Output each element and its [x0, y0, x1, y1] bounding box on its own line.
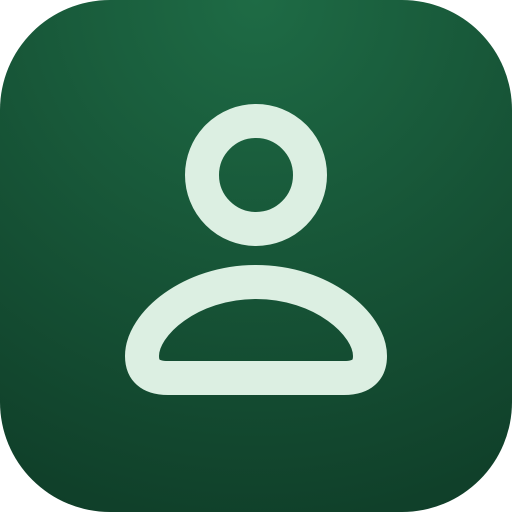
icon-background [0, 0, 512, 512]
user-profile-app-icon[interactable] [0, 0, 512, 512]
